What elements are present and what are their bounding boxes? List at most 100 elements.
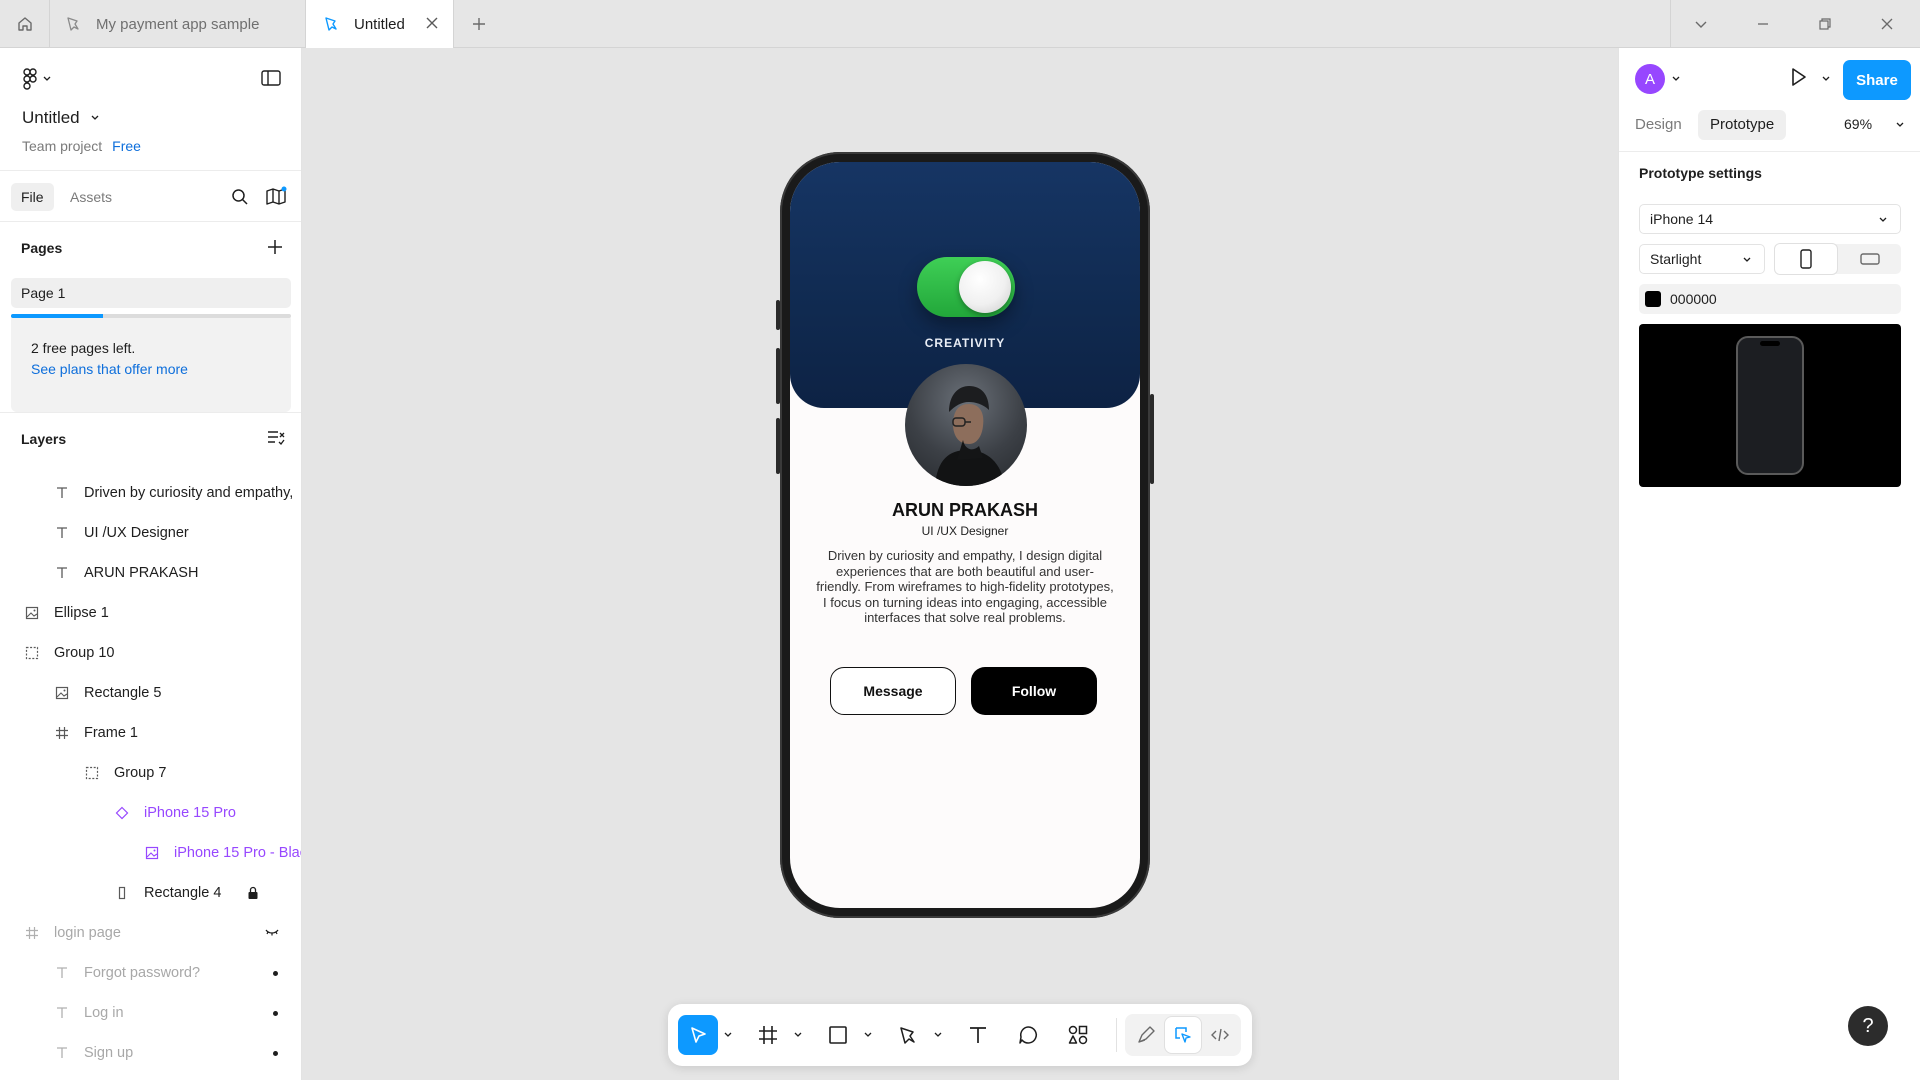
add-page-button[interactable] [266, 238, 284, 256]
help-button[interactable]: ? [1848, 1006, 1888, 1046]
dev-mode-icon [1210, 1025, 1230, 1045]
share-button[interactable]: Share [1843, 60, 1911, 100]
tab-prototype[interactable]: Prototype [1698, 110, 1787, 140]
layer-item[interactable]: UI /UX Designer [0, 513, 301, 553]
hidden-indicator-dot[interactable] [273, 1011, 278, 1016]
layer-label: iPhone 15 Pro [144, 805, 236, 821]
layer-item[interactable]: Ellipse 1 [0, 593, 301, 633]
tab-assets[interactable]: Assets [60, 183, 122, 211]
layer-item[interactable]: iPhone 15 Pro - Blac [0, 833, 301, 873]
draw-mode-button[interactable] [1128, 1017, 1164, 1053]
close-window-button[interactable] [1856, 0, 1918, 48]
free-pages-notice: 2 free pages left. See plans that offer … [11, 314, 291, 412]
chevron-down-icon[interactable] [863, 1030, 873, 1040]
comment-tool[interactable] [1008, 1015, 1048, 1055]
lock-icon[interactable] [247, 886, 259, 900]
dev-mode-button[interactable] [1202, 1017, 1238, 1053]
tab-bar: My payment app sample Untitled [0, 0, 1920, 48]
tab-design[interactable]: Design [1623, 110, 1694, 140]
layer-label: UI /UX Designer [84, 525, 189, 541]
layer-item[interactable]: Rectangle 4 [0, 873, 301, 913]
layer-item[interactable]: Group 7 [0, 753, 301, 793]
tab-file[interactable]: File [11, 183, 54, 211]
chevron-down-icon[interactable] [1821, 74, 1831, 84]
minimize-icon [1756, 17, 1770, 31]
layer-item[interactable]: login page [0, 913, 301, 953]
device-select[interactable]: iPhone 14 [1639, 204, 1901, 234]
chevron-down-icon[interactable] [933, 1030, 943, 1040]
phone-side-button [776, 418, 780, 474]
search-button[interactable] [231, 188, 249, 206]
layer-label: Frame 1 [84, 725, 138, 741]
profile-photo [905, 364, 1027, 486]
team-name: Team project [22, 138, 103, 154]
device-model-select[interactable]: Starlight [1639, 244, 1765, 274]
layer-item[interactable]: Rectangle 5 [0, 673, 301, 713]
profile-bio: Driven by curiosity and empathy, I desig… [816, 548, 1114, 625]
close-icon[interactable] [425, 16, 439, 30]
present-button[interactable] [1787, 66, 1809, 88]
layer-item[interactable]: ARUN PRAKASH [0, 553, 301, 593]
color-swatch[interactable] [1645, 291, 1661, 307]
hidden-indicator-dot[interactable] [273, 1051, 278, 1056]
canvas[interactable]: CREATIVITY ARUN PRAKASH UI /UX Designer … [302, 48, 1618, 1080]
bottom-toolbar [668, 1004, 1252, 1066]
restore-icon [1818, 17, 1832, 31]
tab-my-payment-app-sample[interactable]: My payment app sample [50, 0, 306, 48]
frame-tool[interactable] [748, 1015, 788, 1055]
hidden-indicator-dot[interactable] [273, 971, 278, 976]
page-item-page-1[interactable]: Page 1 [11, 278, 291, 308]
text-icon [967, 1024, 989, 1046]
minimize-button[interactable] [1732, 0, 1794, 48]
iphone-mockup[interactable]: CREATIVITY ARUN PRAKASH UI /UX Designer … [776, 152, 1154, 918]
layers-options-button[interactable] [266, 429, 286, 447]
layer-item[interactable]: Group 10 [0, 633, 301, 673]
plan-badge[interactable]: Free [112, 138, 141, 154]
chevron-down-icon[interactable] [1895, 120, 1905, 130]
message-button[interactable]: Message [830, 667, 956, 715]
see-plans-link[interactable]: See plans that offer more [31, 361, 188, 377]
layer-item[interactable]: iPhone 15 Pro [0, 793, 301, 833]
library-icon [265, 186, 287, 206]
layer-item[interactable]: Log in [0, 993, 301, 1033]
layer-label: Forgot password? [84, 965, 201, 981]
main-menu-button[interactable] [22, 68, 52, 90]
device-preview [1639, 324, 1901, 487]
frame-icon [54, 725, 70, 741]
portrait-button[interactable] [1775, 244, 1837, 274]
image-icon [54, 685, 70, 701]
background-color-field[interactable]: 000000 [1639, 284, 1901, 314]
eye-closed-icon[interactable] [264, 925, 280, 939]
move-tool[interactable] [678, 1015, 718, 1055]
home-tab[interactable] [0, 0, 50, 48]
pen-tool[interactable] [888, 1015, 928, 1055]
layer-item[interactable]: Sign up [0, 1033, 301, 1073]
toggle-knob [959, 261, 1011, 313]
actions-tool[interactable] [1058, 1015, 1098, 1055]
zoom-level[interactable]: 69% [1844, 116, 1872, 132]
tab-list-button[interactable] [1670, 0, 1732, 48]
new-tab-button[interactable] [466, 12, 492, 36]
figma-logo-icon [22, 68, 38, 90]
left-sidebar: Untitled Team project Free File Assets Pa… [0, 48, 302, 1080]
layer-item[interactable]: Driven by curiosity and empathy, [0, 473, 301, 513]
file-title[interactable]: Untitled [22, 108, 100, 128]
follow-button[interactable]: Follow [971, 667, 1097, 715]
layer-item[interactable]: Forgot password? [0, 953, 301, 993]
sidebar-toggle-button[interactable] [260, 68, 282, 88]
chevron-down-icon[interactable] [1671, 74, 1681, 84]
restore-button[interactable] [1794, 0, 1856, 48]
figma-file-icon [322, 15, 340, 33]
landscape-button[interactable] [1839, 244, 1901, 274]
chevron-down-icon[interactable] [793, 1030, 803, 1040]
shape-tool[interactable] [818, 1015, 858, 1055]
layer-item[interactable]: Frame 1 [0, 713, 301, 753]
text-tool[interactable] [958, 1015, 998, 1055]
library-button[interactable] [265, 186, 287, 206]
user-avatar[interactable]: A [1635, 64, 1665, 94]
tab-untitled[interactable]: Untitled [306, 0, 454, 48]
creativity-toggle[interactable] [917, 257, 1015, 317]
pen-icon [897, 1024, 919, 1046]
chevron-down-icon[interactable] [723, 1030, 733, 1040]
design-mode-button[interactable] [1165, 1017, 1201, 1053]
